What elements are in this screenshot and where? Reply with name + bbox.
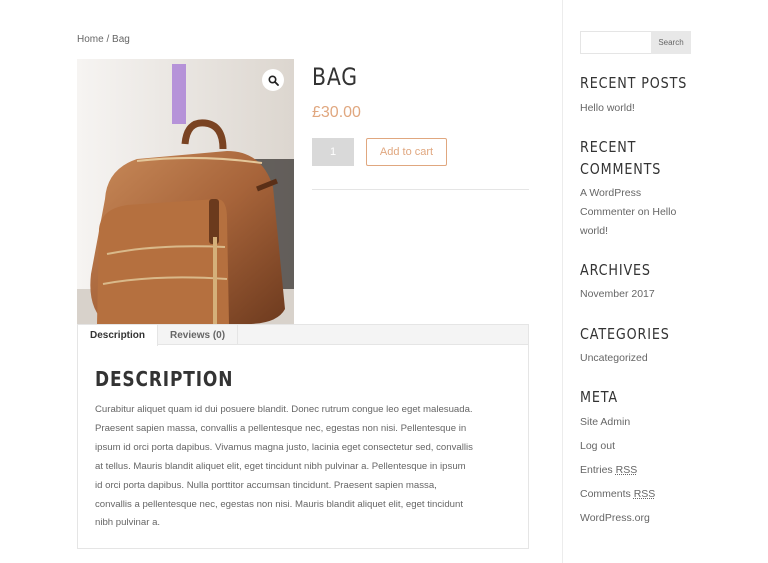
category-link[interactable]: Uncategorized [580,349,648,368]
sidebar-divider [562,0,563,563]
site-admin-link[interactable]: Site Admin [580,413,630,432]
recent-comment-author-link[interactable]: A WordPress [580,184,641,203]
description-line: Praesent sapien massa, convallis a pelle… [95,422,467,434]
meta-title: META [580,388,618,406]
description-body: Curabitur aliquet quam id dui posuere bl… [95,401,515,533]
wordpress-org-link[interactable]: WordPress.org [580,509,650,528]
breadcrumb: Home / Bag [77,34,130,45]
product-price: £30.00 [312,104,361,121]
entries-rss-prefix: Entries [580,464,616,476]
zoom-button[interactable] [262,69,284,91]
tab-reviews[interactable]: Reviews (0) [158,325,239,345]
archive-link[interactable]: November 2017 [580,285,655,304]
breadcrumb-home-link[interactable]: Home [77,34,104,45]
product-divider [312,189,529,190]
description-line: ipsum id orci porta dapibus. Vivamus mag… [95,441,473,453]
log-out-link[interactable]: Log out [580,437,615,456]
recent-post-link[interactable]: Hello world! [580,99,635,118]
add-to-cart-button[interactable]: Add to cart [366,138,447,166]
recent-comments-title-line2: COMMENTS [580,160,662,178]
description-line: id orci porta dapibus. Nulla porttitor a… [95,479,437,491]
breadcrumb-current: Bag [112,34,130,45]
description-line: convallis a pellentesque nec, egestas no… [95,498,463,510]
comments-rss-abbr: RSS [633,488,656,500]
description-line: Curabitur aliquet quam id dui posuere bl… [95,404,473,415]
categories-title: CATEGORIES [580,325,670,343]
product-image[interactable] [77,59,294,324]
recent-comments-title-line1: RECENT [580,138,637,156]
comments-rss-link[interactable]: Comments RSS [580,485,655,504]
recent-comment-link-cont[interactable]: world! [580,222,608,241]
product-title: BAG [312,63,358,91]
quantity-input[interactable] [312,138,354,166]
breadcrumb-separator: / [103,34,113,45]
description-heading: DESCRIPTION [95,367,234,391]
entries-rss-link[interactable]: Entries RSS [580,461,637,480]
entries-rss-abbr: RSS [615,464,638,476]
description-line: at tellus. Mauris blandit aliquet elit, … [95,460,466,472]
tab-description[interactable]: Description [78,325,159,346]
description-line: nibh pulvinar a. [95,517,161,529]
search-input[interactable] [580,31,651,54]
recent-comment-link[interactable]: Commenter on Hello [580,203,676,222]
magnifier-icon [267,74,279,86]
comments-rss-prefix: Comments [580,488,634,500]
product-tabs: Description Reviews (0) DESCRIPTION Cura… [77,324,529,549]
archives-title: ARCHIVES [580,261,651,279]
recent-posts-title: RECENT POSTS [580,74,688,92]
tab-bar: Description Reviews (0) [78,325,528,346]
search-button[interactable]: Search [651,31,691,54]
bag-photo [77,59,294,324]
